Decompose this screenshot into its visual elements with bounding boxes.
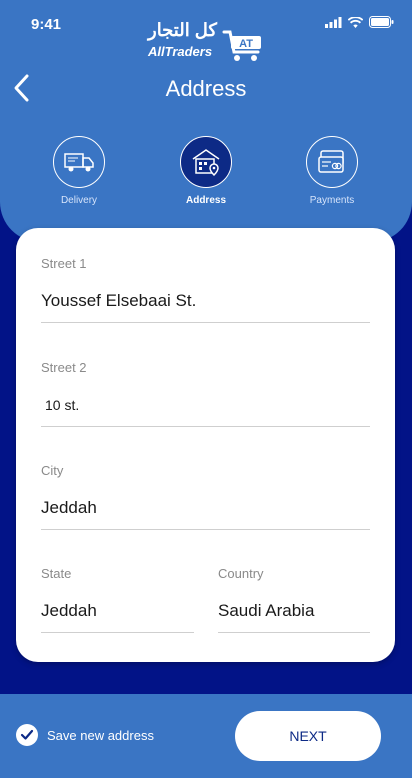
checkmark-icon: [20, 729, 34, 740]
step-delivery-circle: [53, 136, 105, 188]
delivery-truck-icon: [64, 153, 94, 172]
logo-badge: AT: [239, 38, 253, 50]
street1-underline: [41, 322, 370, 323]
country-field[interactable]: Country Saudi Arabia: [218, 566, 370, 634]
city-label: City: [41, 463, 64, 478]
street1-input[interactable]: Youssef Elsebaai St.: [41, 291, 196, 311]
cart-icon: AT: [222, 30, 261, 61]
step-payments-label: Payments: [309, 195, 355, 206]
next-button[interactable]: NEXT: [235, 711, 381, 761]
save-address-checkbox[interactable]: [16, 724, 38, 746]
state-input[interactable]: Jeddah: [41, 601, 97, 621]
status-icons: [325, 16, 394, 28]
state-underline: [41, 632, 194, 633]
alltraders-logo: كل التجار AllTraders AT: [144, 14, 266, 66]
street2-input[interactable]: 10 st.: [45, 397, 79, 413]
country-label: Country: [218, 566, 264, 581]
street2-label: Street 2: [41, 360, 87, 375]
street1-field[interactable]: Street 1 Youssef Elsebaai St.: [41, 256, 370, 324]
payment-card-icon: [318, 150, 344, 173]
step-address-label: Address: [185, 195, 226, 206]
city-underline: [41, 529, 370, 530]
state-label: State: [41, 566, 72, 581]
state-field[interactable]: State Jeddah: [41, 566, 194, 634]
step-payments-circle: [306, 136, 358, 188]
logo-arabic: كل التجار: [148, 20, 217, 40]
step-delivery[interactable]: Delivery: [39, 136, 119, 206]
country-underline: [218, 632, 370, 633]
status-time: 9:41: [31, 16, 62, 33]
step-payments[interactable]: Payments: [292, 136, 372, 206]
city-input[interactable]: Jeddah: [41, 498, 97, 518]
page-title: Address: [165, 76, 247, 101]
battery-icon: [369, 16, 394, 28]
step-address-circle: [180, 136, 232, 188]
step-address[interactable]: Address: [166, 136, 246, 206]
wifi-icon: [348, 16, 363, 28]
footer-bar: Save new address NEXT: [0, 694, 412, 778]
save-address-label[interactable]: Save new address: [47, 728, 154, 743]
step-delivery-label: Delivery: [60, 195, 98, 206]
street2-underline: [41, 426, 370, 427]
city-field[interactable]: City Jeddah: [41, 463, 370, 531]
address-form-card: Street 1 Youssef Elsebaai St. Street 2 1…: [16, 228, 395, 662]
country-input[interactable]: Saudi Arabia: [218, 601, 314, 621]
header-panel: 9:41 كل التجار AllTraders AT Address Del…: [0, 0, 412, 242]
street1-label: Street 1: [41, 256, 87, 271]
signal-icon: [325, 16, 342, 28]
logo-english: AllTraders: [148, 44, 213, 59]
street2-field[interactable]: Street 2 10 st.: [41, 360, 370, 428]
address-building-icon: [192, 149, 220, 177]
